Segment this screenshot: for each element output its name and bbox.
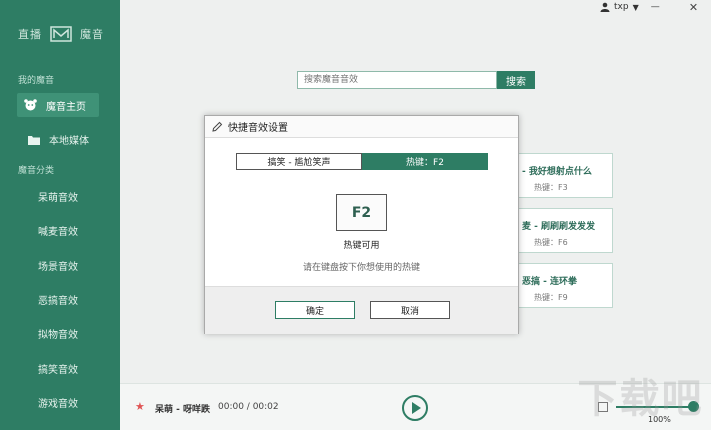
sound-name-field: 搞笑 - 尴尬笑声 — [236, 153, 362, 170]
sound-card[interactable]: 麦 - 刷刷刷发发发 热键：F6 — [517, 208, 613, 253]
section-mine-label: 我的魔音 — [18, 76, 55, 86]
brand: 直播 魔音 — [18, 26, 104, 42]
sidebar-item-category[interactable]: 搞笑音效 — [38, 361, 78, 376]
sound-card-title: 麦 - 刷刷刷发发发 — [522, 222, 596, 232]
chevron-down-icon: ▼ — [632, 2, 639, 12]
user-menu[interactable]: txp ▼ — — [600, 0, 660, 14]
user-icon — [600, 2, 610, 12]
now-playing-title: 呆萌 - 呀咩跌 — [155, 405, 211, 415]
cancel-button[interactable]: 取消 — [370, 301, 450, 319]
logo-icon — [50, 26, 72, 42]
minimize-icon[interactable]: — — [651, 2, 660, 12]
ok-button[interactable]: 确定 — [275, 301, 355, 319]
brand-right: 魔音 — [80, 28, 104, 41]
brand-left: 直播 — [18, 28, 42, 41]
sound-card-hotkey: 热键：F9 — [534, 293, 568, 302]
sidebar-item-local-label: 本地媒体 — [49, 136, 89, 147]
sidebar-item-category[interactable]: 恶搞音效 — [38, 292, 78, 307]
pencil-icon — [212, 121, 223, 132]
hotkey-hint: 请在键盘按下你想使用的热键 — [302, 263, 420, 273]
sound-card[interactable]: - 我好想射点什么 热键：F3 — [517, 153, 613, 198]
sidebar-item-home[interactable]: 魔音主页 — [17, 93, 99, 117]
sound-card-hotkey: 热键：F3 — [534, 183, 568, 192]
hotkey-label: 热键：F2 — [362, 153, 488, 170]
hotkey-dialog: 快捷音效设置 搞笑 - 尴尬笑声 热键：F2 F2 热键可用 请在键盘按下你想使… — [204, 115, 519, 334]
hotkey-capture-box[interactable]: F2 — [336, 194, 387, 231]
sidebar-item-category[interactable]: 呆萌音效 — [38, 189, 78, 204]
sound-card[interactable]: 恶搞 - 连环拳 热键：F9 — [517, 263, 613, 308]
sidebar-item-home-label: 魔音主页 — [46, 101, 86, 113]
play-button[interactable] — [402, 395, 428, 421]
section-categories-label: 魔音分类 — [18, 166, 55, 176]
star-icon[interactable]: ★ — [135, 400, 145, 413]
sidebar-item-category[interactable]: 游戏音效 — [38, 395, 78, 410]
playback-time: 00:00 / 00:02 — [218, 402, 279, 412]
sidebar-item-local[interactable]: 本地媒体 — [28, 132, 89, 147]
sidebar: 直播 魔音 我的魔音 魔音主页 本地媒体 魔音分类 呆萌音效 喊麦音效 场景音效… — [0, 0, 120, 430]
dialog-footer: 确定 取消 — [205, 286, 518, 334]
dialog-body: 搞笑 - 尴尬笑声 热键：F2 F2 热键可用 请在键盘按下你想使用的热键 — [205, 138, 518, 286]
sidebar-item-category[interactable]: 场景音效 — [38, 258, 78, 273]
sound-card-hotkey: 热键：F6 — [534, 238, 568, 247]
sidebar-item-category[interactable]: 喊麦音效 — [38, 223, 78, 238]
close-button[interactable]: ✕ — [676, 0, 711, 14]
search-button[interactable]: 搜索 — [497, 71, 535, 89]
hotkey-status: 热键可用 — [343, 241, 380, 251]
search-input[interactable] — [297, 71, 497, 89]
sound-card-title: - 我好想射点什么 — [522, 167, 592, 177]
user-name: txp — [614, 2, 629, 12]
face-icon — [24, 99, 37, 111]
dialog-titlebar: 快捷音效设置 — [205, 116, 518, 138]
folder-icon — [28, 135, 40, 145]
dialog-title: 快捷音效设置 — [228, 123, 288, 134]
sound-card-title: 恶搞 - 连环拳 — [522, 277, 578, 287]
sidebar-item-category[interactable]: 拟物音效 — [38, 326, 78, 341]
watermark: 下载吧 — [577, 376, 704, 422]
